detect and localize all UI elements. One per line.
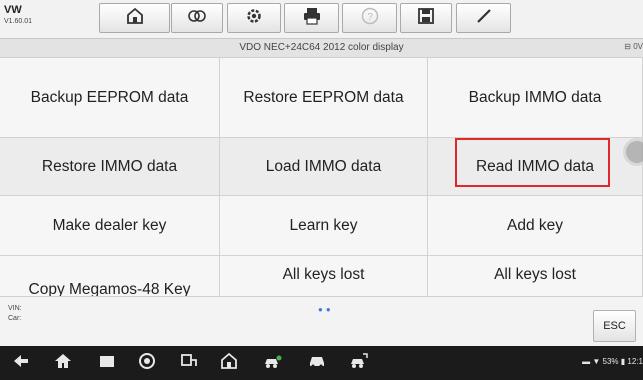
battery-level-icon: ▮ (620, 357, 626, 366)
settings-gear-icon (244, 6, 264, 31)
remote-car-button[interactable] (348, 351, 370, 376)
svg-text:?: ? (367, 12, 373, 23)
read-immo-button[interactable]: Read IMMO data (428, 138, 643, 196)
home-nav-icon (53, 351, 73, 376)
help-button[interactable]: ? (342, 3, 397, 33)
voltage-value: 0V (633, 42, 643, 51)
back-button[interactable] (10, 353, 32, 373)
floating-scroll-handle[interactable] (623, 138, 643, 166)
diagnostics-home-button[interactable] (218, 351, 240, 376)
vci-button[interactable] (178, 353, 200, 373)
make-dealer-key-button[interactable]: Make dealer key (0, 196, 220, 256)
save-button[interactable] (400, 3, 452, 33)
vehicle-swap-button[interactable] (171, 3, 223, 33)
learn-key-button[interactable]: Learn key (220, 196, 428, 256)
vehicle-info-bar: VIN: Car: ●● ESC (0, 296, 643, 347)
settings-button[interactable] (227, 3, 281, 33)
home-icon (125, 6, 145, 31)
module-title: VDO NEC+24C64 2012 color display (239, 42, 404, 53)
software-version: V1.60.01 (4, 18, 33, 25)
recent-apps-button[interactable] (96, 353, 118, 373)
page-indicator-dots: ●● (318, 305, 334, 314)
edit-button[interactable] (456, 3, 511, 33)
load-immo-button[interactable]: Load IMMO data (220, 138, 428, 196)
voltage-indicator: ⊟ 0V (624, 42, 643, 51)
backup-eeprom-button[interactable]: Backup EEPROM data (0, 58, 220, 138)
car-label: Car: (8, 315, 22, 322)
message-icon: ▬ (582, 357, 591, 366)
top-toolbar: VW V1.60.01 ? (0, 0, 643, 39)
remote-car-icon (349, 351, 369, 376)
all-keys-lost-button[interactable]: All keys lost (220, 256, 428, 296)
copy-megamos-key-button[interactable]: Copy Megamos-48 Key (0, 256, 220, 296)
backup-immo-button[interactable]: Backup IMMO data (428, 58, 643, 138)
vin-label: VIN: (8, 305, 22, 312)
restore-eeprom-button[interactable]: Restore EEPROM data (220, 58, 428, 138)
browser-icon (137, 351, 157, 376)
diagnostics-home-icon (219, 351, 239, 376)
add-key-button[interactable]: Add key (428, 196, 643, 256)
brand-block: VW V1.60.01 (4, 4, 33, 26)
home-button[interactable] (99, 3, 170, 33)
save-icon (416, 6, 436, 31)
wifi-icon: ▼ (592, 357, 601, 366)
edit-pen-icon (474, 6, 494, 31)
car-icon (307, 351, 327, 376)
brand-name: VW (4, 4, 22, 16)
print-icon (302, 6, 322, 31)
car-service-icon (263, 351, 283, 376)
back-arrow-icon (11, 351, 31, 376)
browser-button[interactable] (136, 351, 158, 376)
clock: 12:1 (627, 357, 643, 366)
system-status: ▬ ▼ 53% ▮ 12:1 (582, 357, 643, 366)
vci-connector-icon (179, 351, 199, 376)
car-button[interactable] (306, 353, 328, 373)
function-grid: Backup EEPROM data Restore EEPROM data B… (0, 58, 643, 296)
vehicle-swap-icon (187, 6, 207, 31)
module-title-bar: VDO NEC+24C64 2012 color display ⊟ 0V (0, 39, 643, 58)
battery-icon: ⊟ (624, 42, 631, 51)
print-button[interactable] (284, 3, 339, 33)
all-keys-lost-button-2[interactable]: All keys lost (428, 256, 643, 296)
esc-button[interactable]: ESC (593, 310, 636, 342)
battery-percent: 53% (602, 357, 619, 366)
recent-apps-icon (97, 351, 117, 376)
restore-immo-button[interactable]: Restore IMMO data (0, 138, 220, 196)
system-navigation-bar: ▬ ▼ 53% ▮ 12:1 (0, 346, 643, 380)
help-icon: ? (360, 6, 380, 31)
home-nav-button[interactable] (52, 353, 74, 373)
car-service-button[interactable] (262, 353, 284, 373)
